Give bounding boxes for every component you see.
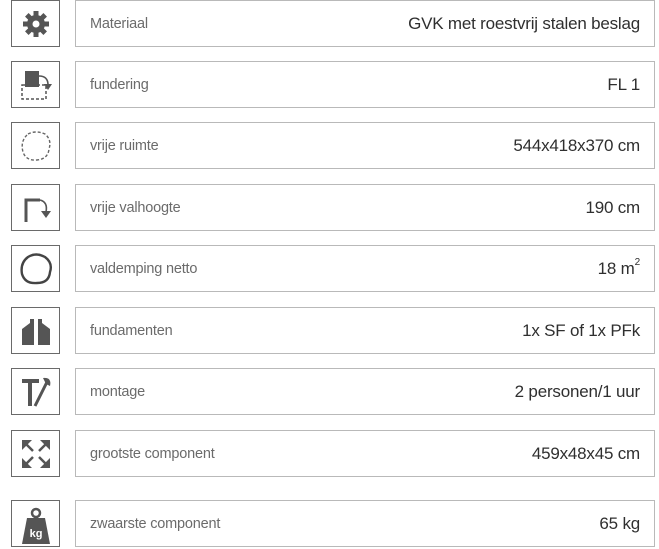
free-space-icon <box>11 122 60 169</box>
spec-value: 1x SF of 1x PFk <box>522 320 640 340</box>
spec-cell: valdemping netto 18 m2 <box>75 245 655 292</box>
spec-label: fundering <box>90 76 149 93</box>
dimensions-icon <box>11 430 60 477</box>
superscript: 2 <box>634 256 641 268</box>
spec-label: vrije ruimte <box>90 137 159 154</box>
spec-value: 544x418x370 cm <box>513 135 640 155</box>
spec-value: GVK met roestvrij stalen beslag <box>408 13 640 33</box>
spec-row-vrije-ruimte: vrije ruimte 544x418x370 cm <box>0 122 659 171</box>
spec-cell: montage 2 personen/1 uur <box>75 368 655 415</box>
spec-value: FL 1 <box>607 74 640 94</box>
spec-label: grootste component <box>90 445 215 462</box>
spec-row-zwaarste-component: kg zwaarste component 65 kg <box>0 500 659 549</box>
spec-row-materiaal: Materiaal GVK met roestvrij stalen besla… <box>0 0 659 49</box>
spec-cell: Materiaal GVK met roestvrij stalen besla… <box>75 0 655 47</box>
spec-cell: fundamenten 1x SF of 1x PFk <box>75 307 655 354</box>
spec-cell: grootste component 459x48x45 cm <box>75 430 655 477</box>
spec-value: 459x48x45 cm <box>531 443 640 463</box>
spec-row-vrije-valhoogte: vrije valhoogte 190 cm <box>0 184 659 233</box>
spec-row-valdemping: valdemping netto 18 m2 <box>0 245 659 294</box>
spec-label: zwaarste component <box>90 515 221 532</box>
fall-height-icon <box>11 184 60 231</box>
spec-value: 18 m2 <box>597 256 641 278</box>
spec-row-montage: montage 2 personen/1 uur <box>0 368 659 417</box>
foundation-plan-icon <box>11 61 60 108</box>
spec-cell: fundering FL 1 <box>75 61 655 108</box>
spec-value: 65 kg <box>599 513 640 533</box>
gear-icon <box>11 0 60 47</box>
spec-value: 190 cm <box>585 197 640 217</box>
svg-text:kg: kg <box>29 528 42 540</box>
foundations-icon <box>11 307 60 354</box>
spec-row-grootste-component: grootste component 459x48x45 cm <box>0 430 659 479</box>
weight-icon: kg <box>11 500 60 547</box>
spec-label: Materiaal <box>90 15 148 32</box>
spec-cell: zwaarste component 65 kg <box>75 500 655 547</box>
spec-row-fundering: fundering FL 1 <box>0 61 659 110</box>
spec-value: 2 personen/1 uur <box>514 381 641 401</box>
impact-area-icon <box>11 245 60 292</box>
spec-label: vrije valhoogte <box>90 199 181 216</box>
spec-label: montage <box>90 383 146 400</box>
spec-cell: vrije valhoogte 190 cm <box>75 184 655 231</box>
spec-label: valdemping netto <box>90 260 198 277</box>
tools-icon <box>11 368 60 415</box>
spec-label: fundamenten <box>90 322 173 339</box>
spec-row-fundamenten: fundamenten 1x SF of 1x PFk <box>0 307 659 356</box>
spec-cell: vrije ruimte 544x418x370 cm <box>75 122 655 169</box>
